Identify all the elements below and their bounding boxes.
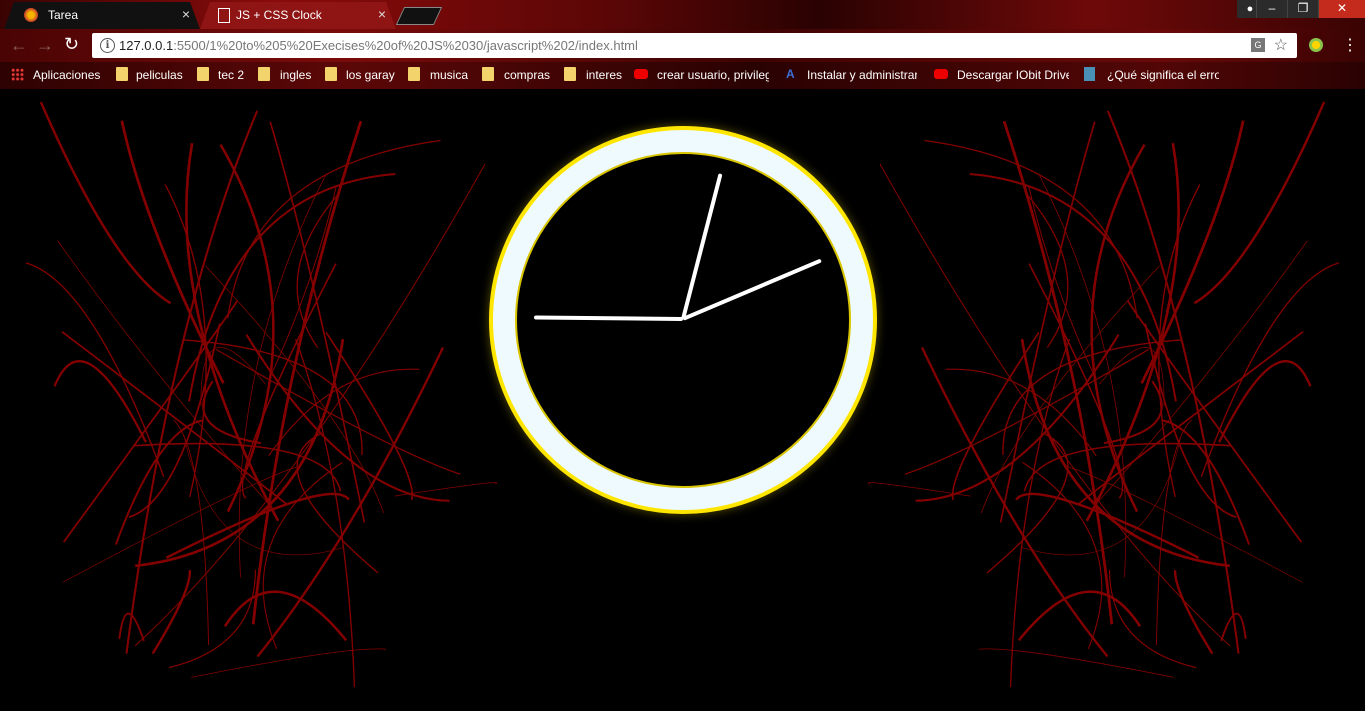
browser-toolbar: ← → ↻ i 127.0.0.1:5500/1%20to%205%20Exec… [0,29,1365,62]
red-streak [1173,570,1214,655]
red-streak [1028,263,1124,499]
bookmark-instalar[interactable]: Instalar y administrar [807,68,917,82]
restore-button[interactable]: ❐ [1287,0,1318,18]
page-icon [218,8,230,23]
bookmarks-bar: Aplicaciones peliculas tec 2 ingles los … [0,62,1365,89]
new-tab-button[interactable] [395,7,443,25]
bookmark-peliculas[interactable]: peliculas [136,68,183,82]
reload-icon[interactable]: ↻ [64,34,79,55]
red-streak [1108,569,1197,669]
folder-icon [258,67,270,81]
forward-arrow-icon[interactable]: → [36,35,54,56]
bookmark-que-significa[interactable]: ¿Qué significa el error [1107,68,1219,82]
tab-strip: Tarea × JS + CSS Clock × ● – ❐ ✕ [0,0,1365,29]
red-streak [245,334,450,502]
bookmark-descargar-iobit[interactable]: Descargar IObit Drive [957,68,1069,82]
red-streak [151,570,192,655]
tab-title: Tarea [48,8,79,22]
red-streak [1193,101,1326,305]
apps-grid-icon [11,68,24,81]
red-streak [191,648,387,678]
red-streak [867,482,971,497]
red-streak [978,648,1174,678]
bookmark-tec-2[interactable]: tec 2 [218,68,244,82]
folder-icon [482,67,494,81]
bookmark-musica[interactable]: musica [430,68,468,82]
tab-close-icon[interactable]: × [182,6,190,22]
red-streak [1017,590,1142,642]
youtube-icon [634,69,648,79]
folder-icon [408,67,420,81]
tab-js-css-clock[interactable]: JS + CSS Clock × [200,2,396,29]
red-streak [241,263,337,499]
translate-icon[interactable]: G [1251,38,1265,52]
red-streak [202,380,262,445]
window-controls: – ❐ ✕ [1256,0,1365,18]
bookmark-star-icon[interactable]: ☆ [1274,35,1288,55]
tarea-favicon-icon [24,8,38,22]
menu-kebab-icon[interactable]: ⋮ [1342,35,1358,55]
folder-icon [325,67,337,81]
bookmark-interes[interactable]: interes [586,68,622,82]
youtube-icon [934,69,948,79]
bookmark-crear-usuario[interactable]: crear usuario, privileg [657,68,769,82]
red-streak [61,331,288,506]
red-streak [223,590,348,642]
red-streak [53,360,147,443]
red-streak [114,419,204,545]
bookmark-ingles[interactable]: ingles [280,68,311,82]
red-streak [1155,419,1192,646]
red-streak [924,139,1138,319]
url-path: :5500/1%20to%205%20Execises%20of%20JS%20… [173,38,638,53]
red-streak [1103,380,1163,445]
bookmark-aplicaciones[interactable]: Aplicaciones [33,68,100,82]
red-streak [173,419,210,646]
tab-title: JS + CSS Clock [236,8,322,22]
url-host: 127.0.0.1 [119,38,174,53]
folder-icon [564,67,576,81]
tab-tarea[interactable]: Tarea × [4,2,200,29]
address-bar[interactable]: i 127.0.0.1:5500/1%20to%205%20Execises%2… [92,33,1297,58]
red-streak [1077,331,1304,506]
red-streak [227,139,441,319]
bookmark-compras[interactable]: compras [504,68,550,82]
red-streak [915,334,1120,502]
close-window-button[interactable]: ✕ [1318,0,1365,18]
site-icon: A [786,67,795,81]
tab-close-icon[interactable]: × [378,6,386,22]
folder-icon [116,67,128,81]
url-text[interactable]: 127.0.0.1:5500/1%20to%205%20Execises%20o… [119,38,638,53]
extension-icon[interactable] [1309,38,1323,52]
red-streak [1127,300,1303,543]
folder-icon [197,67,209,81]
red-streak [1161,419,1251,545]
back-arrow-icon[interactable]: ← [10,35,28,56]
red-streak [168,569,257,669]
bookmark-los-garay[interactable]: los garay [346,68,395,82]
site-info-icon[interactable]: i [100,38,115,53]
minimize-button[interactable]: – [1256,0,1287,18]
red-streak [394,482,498,497]
red-streak [39,101,172,305]
red-streak [62,300,238,543]
red-streak [1218,360,1312,443]
site-icon [1084,67,1095,81]
